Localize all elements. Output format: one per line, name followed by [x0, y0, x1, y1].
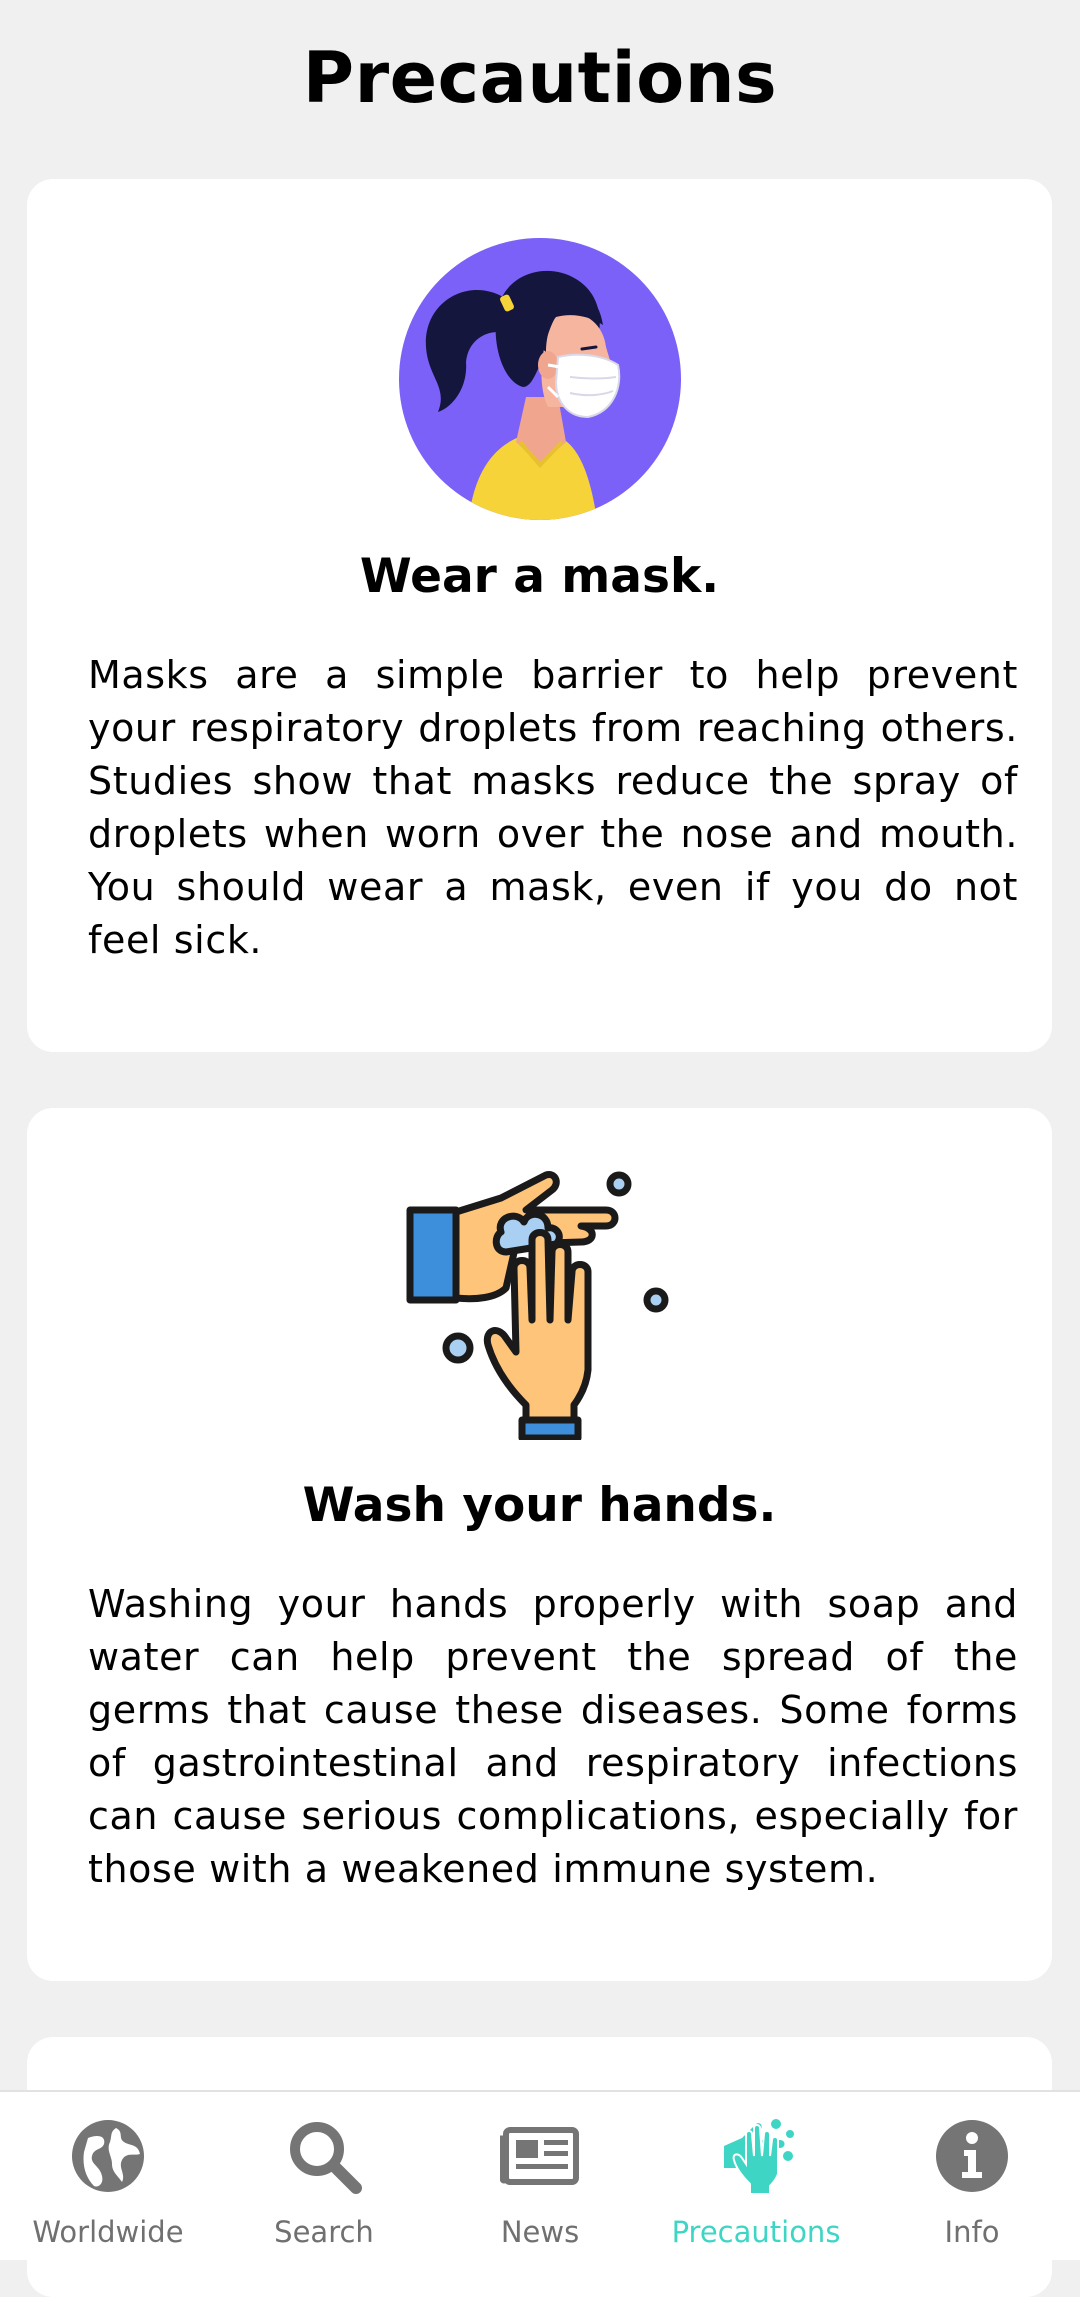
card-body: Masks are a simple barrier to help preve… — [88, 653, 1018, 962]
hand-wash-icon — [724, 2119, 794, 2195]
nav-label: Worldwide — [32, 2215, 184, 2249]
washing-hands-illustration — [406, 1171, 668, 1440]
precaution-card-mask: Wear a mask. Masks are a simple barrier … — [27, 179, 1052, 1052]
info-icon — [936, 2120, 1008, 2192]
search-icon — [290, 2122, 362, 2194]
nav-item-news[interactable]: News — [432, 2092, 648, 2260]
card-title: Wash your hands. — [302, 1478, 777, 1533]
bottom-navigation: Worldwide Search News Precautions Info — [0, 2090, 1080, 2260]
page-title: Precautions — [302, 37, 778, 119]
woman-wearing-mask-illustration — [398, 238, 681, 520]
nav-label: News — [500, 2215, 580, 2249]
precaution-card-hands: Wash your hands. Washing your hands prop… — [27, 1108, 1052, 1981]
globe-icon — [72, 2120, 144, 2192]
nav-item-info[interactable]: Info — [864, 2092, 1080, 2260]
card-body: Washing your hands properly with soap an… — [88, 1582, 1018, 1891]
nav-item-search[interactable]: Search — [216, 2092, 432, 2260]
nav-label: Precautions — [671, 2215, 841, 2249]
nav-label: Search — [274, 2215, 374, 2249]
nav-item-precautions[interactable]: Precautions — [648, 2092, 864, 2260]
newspaper-icon — [500, 2127, 579, 2185]
card-title: Wear a mask. — [359, 549, 720, 604]
nav-item-worldwide[interactable]: Worldwide — [0, 2092, 216, 2260]
nav-label: Info — [944, 2215, 1000, 2249]
